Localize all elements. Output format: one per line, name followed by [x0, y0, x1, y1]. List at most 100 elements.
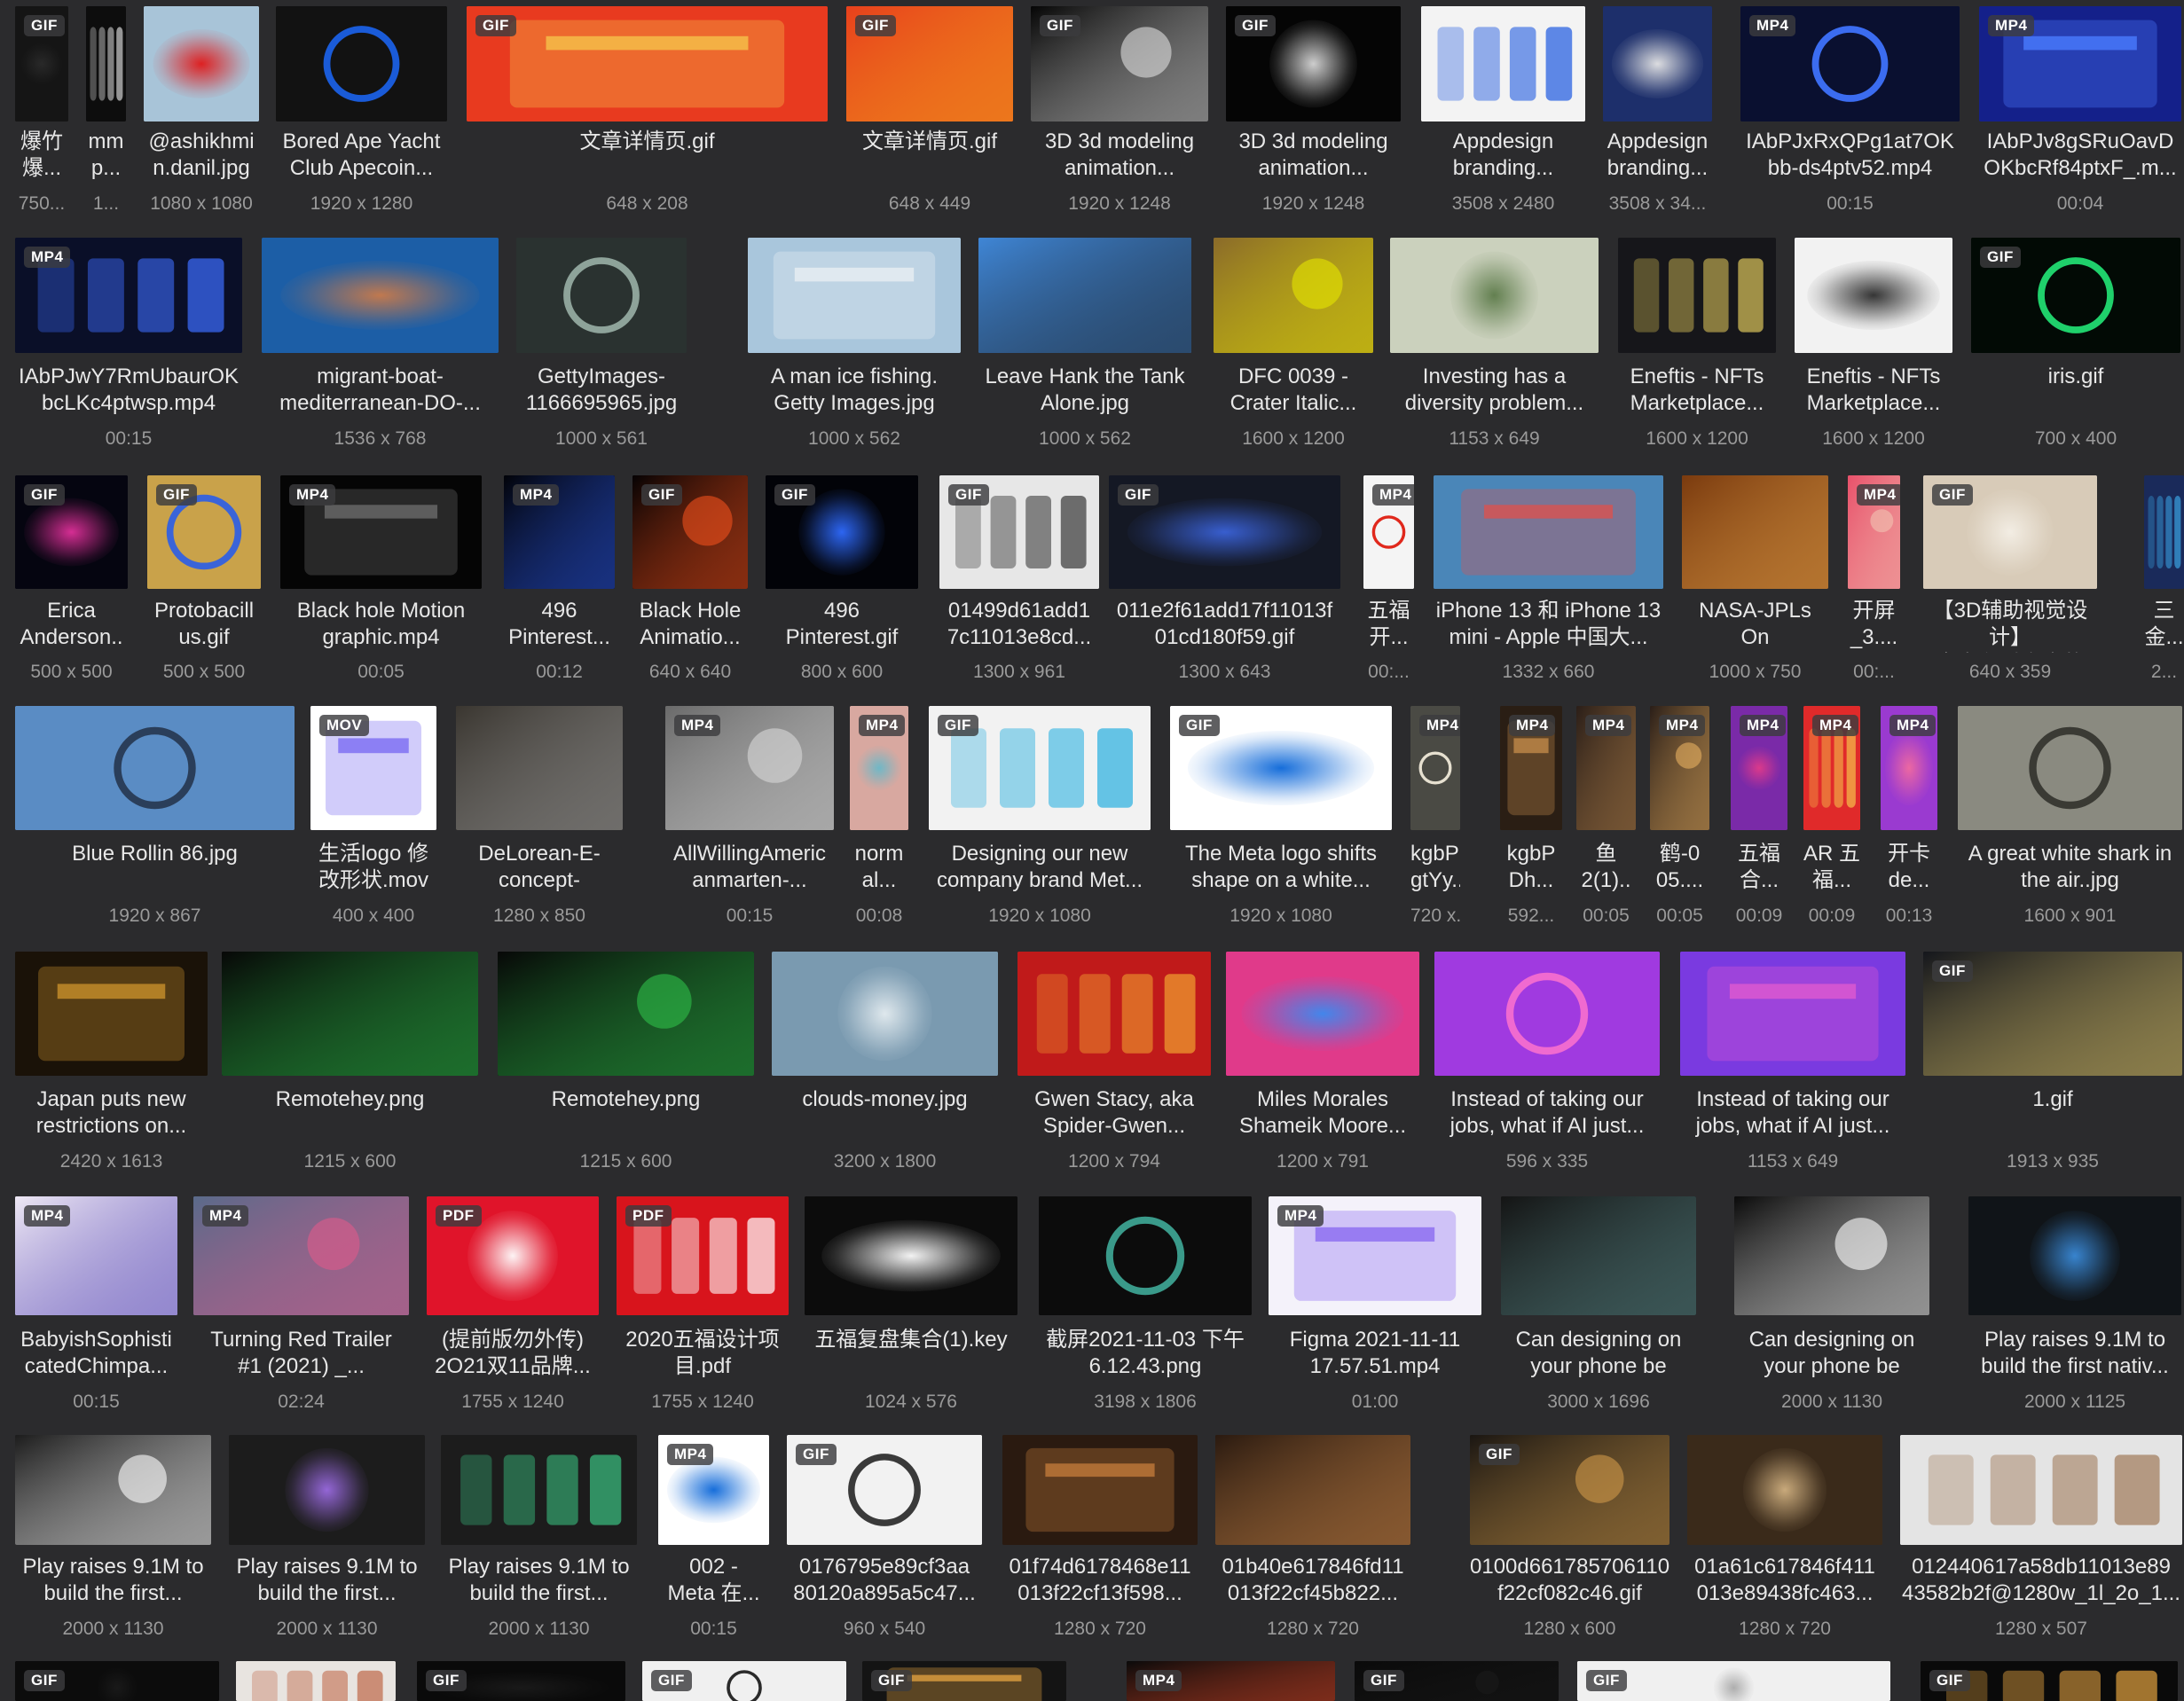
file-thumbnail[interactable] — [1390, 238, 1599, 353]
file-thumbnail[interactable]: MP4 — [1410, 706, 1460, 830]
file-thumbnail[interactable]: MP4 — [193, 1196, 409, 1315]
file-thumbnail[interactable] — [1002, 1435, 1198, 1545]
file-thumbnail[interactable]: MP4 — [1803, 706, 1860, 830]
file-thumbnail[interactable] — [222, 952, 478, 1076]
file-thumbnail[interactable] — [441, 1435, 637, 1545]
file-thumbnail[interactable] — [2144, 475, 2184, 589]
file-thumbnail[interactable] — [1682, 475, 1828, 589]
file-thumbnail[interactable]: GIF — [1170, 706, 1392, 830]
file-thumbnail[interactable]: GIF — [939, 475, 1099, 589]
file-thumbnail[interactable] — [1734, 1196, 1929, 1315]
file-thumbnail[interactable] — [1434, 475, 1663, 589]
file-thumbnail[interactable]: GIF — [642, 1661, 846, 1701]
file-thumbnail[interactable]: MP4 — [1363, 475, 1414, 589]
file-thumbnail[interactable]: MOV — [310, 706, 436, 830]
file-thumbnail[interactable]: GIF — [1577, 1661, 1890, 1701]
file-name: AR 五 福... — [1803, 842, 1860, 892]
file-thumbnail[interactable]: MP4 — [1740, 6, 1960, 122]
file-name: 2020五福设计项 目.pdf — [625, 1328, 780, 1378]
file-thumbnail[interactable]: MP4 — [504, 475, 615, 589]
file-thumbnail[interactable]: MP4 — [658, 1435, 769, 1545]
file-thumbnail[interactable]: GIF — [1923, 952, 2182, 1076]
file-thumbnail[interactable] — [1618, 238, 1776, 353]
file-thumbnail[interactable]: GIF — [632, 475, 748, 589]
file-meta: 1755 x 1240 — [651, 1391, 754, 1412]
file-thumbnail[interactable]: GIF — [1971, 238, 2180, 353]
file-thumbnail[interactable] — [516, 238, 687, 353]
file-thumbnail[interactable] — [86, 6, 126, 122]
file-name: GettyImages- 1166695965.jpg — [525, 364, 678, 415]
file-thumbnail[interactable]: GIF — [766, 475, 918, 589]
file-thumbnail[interactable]: GIF — [15, 475, 128, 589]
file-thumbnail[interactable] — [772, 952, 998, 1076]
file-thumbnail[interactable]: GIF — [846, 6, 1013, 122]
file-thumbnail[interactable]: GIF — [787, 1435, 982, 1545]
file-thumbnail[interactable]: MP4 — [1650, 706, 1709, 830]
file-thumbnail[interactable] — [15, 952, 208, 1076]
file-thumbnail[interactable]: MP4 — [1500, 706, 1562, 830]
file-thumbnail[interactable]: GIF — [1031, 6, 1208, 122]
file-thumbnail[interactable]: GIF — [1921, 1661, 2178, 1701]
file-thumbnail[interactable] — [1958, 706, 2182, 830]
file-thumbnail[interactable] — [15, 706, 295, 830]
file-thumbnail[interactable]: MP4 — [15, 238, 242, 353]
file-name: IAbPJxRxQPg1at7OK bb-ds4ptv52.mp4 — [1746, 129, 1954, 180]
file-thumbnail[interactable] — [1968, 1196, 2181, 1315]
file-thumbnail[interactable] — [229, 1435, 425, 1545]
file-thumbnail[interactable] — [1421, 6, 1585, 122]
file-thumbnail[interactable]: GIF — [15, 1661, 219, 1701]
file-thumbnail[interactable] — [1603, 6, 1712, 122]
file-thumbnail[interactable] — [978, 238, 1191, 353]
file-thumbnail[interactable] — [1795, 238, 1952, 353]
file-thumbnail[interactable]: MP4 — [1979, 6, 2181, 122]
file-thumbnail[interactable]: PDF — [427, 1196, 599, 1315]
file-thumbnail[interactable] — [144, 6, 259, 122]
file-thumbnail[interactable]: MP4 — [1881, 706, 1937, 830]
file-thumbnail[interactable] — [1900, 1435, 2182, 1545]
file-thumbnail[interactable]: GIF — [147, 475, 261, 589]
file-thumbnail[interactable]: GIF — [1470, 1435, 1669, 1545]
file-thumbnail[interactable] — [1039, 1196, 1252, 1315]
file-thumbnail[interactable]: GIF — [862, 1661, 1066, 1701]
file-meta: 00:09 — [1735, 905, 1783, 926]
file-thumbnail[interactable] — [1434, 952, 1660, 1076]
file-thumbnail[interactable] — [805, 1196, 1017, 1315]
file-thumbnail[interactable]: MP4 — [15, 1196, 177, 1315]
file-thumbnail[interactable]: MP4 — [280, 475, 482, 589]
file-thumbnail[interactable]: MP4 — [665, 706, 834, 830]
file-thumbnail[interactable]: GIF — [417, 1661, 625, 1701]
file-thumbnail[interactable] — [1680, 952, 1905, 1076]
file-name: 011e2f61add17f11013f 01cd180f59.gif — [1116, 599, 1333, 649]
file-thumbnail[interactable]: PDF — [617, 1196, 789, 1315]
file-thumbnail[interactable] — [1215, 1435, 1410, 1545]
file-meta: 2000 x 1125 — [2023, 1391, 2126, 1412]
file-thumbnail[interactable] — [1017, 952, 1211, 1076]
file-meta: 640 x 640 — [648, 662, 732, 682]
file-thumbnail[interactable] — [236, 1661, 396, 1701]
file-thumbnail[interactable]: GIF — [929, 706, 1151, 830]
file-thumbnail[interactable] — [498, 952, 754, 1076]
file-thumbnail[interactable]: GIF — [467, 6, 828, 122]
file-thumbnail[interactable]: GIF — [1923, 475, 2097, 589]
file-thumbnail[interactable]: GIF — [1109, 475, 1340, 589]
file-thumbnail[interactable] — [276, 6, 447, 122]
file-thumbnail[interactable] — [748, 238, 961, 353]
file-type-badge: GIF — [855, 15, 896, 36]
file-thumbnail[interactable] — [456, 706, 623, 830]
file-thumbnail[interactable] — [1687, 1435, 1882, 1545]
file-thumbnail[interactable] — [15, 1435, 211, 1545]
file-thumbnail[interactable]: GIF — [15, 6, 68, 122]
file-thumbnail[interactable]: GIF — [1226, 6, 1401, 122]
file-thumbnail[interactable]: MP4 — [1127, 1661, 1335, 1701]
file-thumbnail[interactable] — [1501, 1196, 1696, 1315]
file-thumbnail[interactable]: MP4 — [850, 706, 908, 830]
file-name: Play raises 9.1M to build the first nati… — [1981, 1328, 2169, 1378]
file-thumbnail[interactable]: GIF — [1355, 1661, 1559, 1701]
file-thumbnail[interactable]: MP4 — [1576, 706, 1636, 830]
file-thumbnail[interactable] — [1214, 238, 1373, 353]
file-thumbnail[interactable]: MP4 — [1848, 475, 1900, 589]
file-thumbnail[interactable] — [1226, 952, 1419, 1076]
file-thumbnail[interactable]: MP4 — [1269, 1196, 1481, 1315]
file-thumbnail[interactable]: MP4 — [1731, 706, 1787, 830]
file-thumbnail[interactable] — [262, 238, 499, 353]
